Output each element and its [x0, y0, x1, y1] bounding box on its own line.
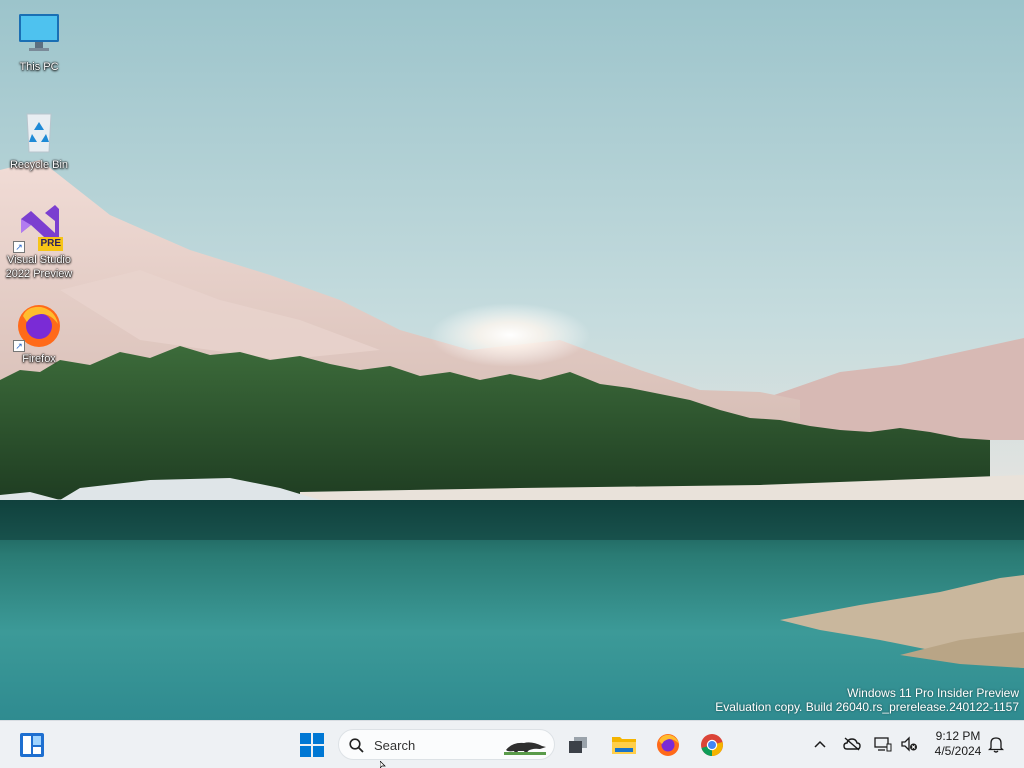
taskbar-firefox[interactable]	[650, 727, 686, 763]
network-tray-button[interactable]	[872, 733, 894, 755]
taskbar-search-box[interactable]: Search	[338, 729, 555, 760]
chrome-icon	[701, 734, 723, 756]
watermark-edition: Windows 11 Pro Insider Preview	[847, 686, 1019, 700]
search-icon	[349, 738, 364, 753]
desktop-icon-visual-studio[interactable]: PRE ↗ Visual Studio 2022 Preview	[0, 203, 78, 281]
volume-muted-icon	[901, 736, 917, 752]
taskbar: Search 9:12 PM 4/5/2024	[0, 720, 1024, 768]
notifications-button[interactable]	[985, 733, 1007, 755]
network-icon	[874, 737, 892, 752]
shortcut-arrow-icon: ↗	[13, 241, 25, 253]
visual-studio-icon: PRE ↗	[13, 203, 63, 253]
taskbar-chrome[interactable]	[694, 727, 730, 763]
desktop-icon-label: Visual Studio 2022 Preview	[5, 254, 73, 280]
mouse-cursor-icon	[380, 761, 386, 768]
windows-start-icon	[300, 733, 324, 757]
onedrive-tray-button[interactable]	[841, 733, 863, 755]
widgets-button[interactable]	[14, 727, 50, 763]
onedrive-icon	[843, 737, 861, 751]
task-view-icon	[569, 737, 587, 753]
evaluation-watermark: Windows 11 Pro Insider Preview Evaluatio…	[715, 686, 1019, 714]
desktop-icon-this-pc[interactable]: This PC	[0, 10, 78, 74]
taskbar-clock[interactable]: 9:12 PM 4/5/2024	[928, 729, 988, 759]
volume-tray-button[interactable]	[898, 733, 920, 755]
show-hidden-icons-button[interactable]	[809, 733, 831, 755]
desktop-icon-label: This PC	[19, 61, 59, 73]
folder-icon	[612, 737, 636, 754]
preview-badge: PRE	[38, 237, 63, 251]
start-button[interactable]	[294, 727, 330, 763]
clock-time: 9:12 PM	[935, 729, 981, 743]
this-pc-icon	[15, 10, 63, 58]
widgets-icon	[20, 733, 44, 757]
search-label: Search	[374, 738, 416, 753]
recycle-bin-icon	[15, 108, 63, 156]
taskbar-task-view[interactable]	[560, 727, 596, 763]
watermark-build: Evaluation copy. Build 26040.rs_prerelea…	[715, 700, 1019, 714]
taskbar-file-explorer[interactable]	[606, 727, 642, 763]
desktop-icon-label: Firefox	[22, 353, 56, 365]
shortcut-arrow-icon: ↗	[13, 340, 25, 352]
desktop-icon-firefox[interactable]: ↗ Firefox	[0, 302, 78, 366]
search-highlight-icon	[504, 742, 546, 755]
firefox-icon	[657, 734, 679, 756]
desktop-wallpaper	[0, 0, 1024, 720]
desktop-icon-recycle-bin[interactable]: Recycle Bin	[0, 108, 78, 172]
firefox-icon: ↗	[13, 302, 63, 352]
notification-bell-icon	[988, 737, 1004, 753]
clock-date: 4/5/2024	[934, 744, 982, 758]
chevron-up-icon	[814, 740, 826, 748]
desktop-icon-label: Recycle Bin	[9, 159, 69, 171]
